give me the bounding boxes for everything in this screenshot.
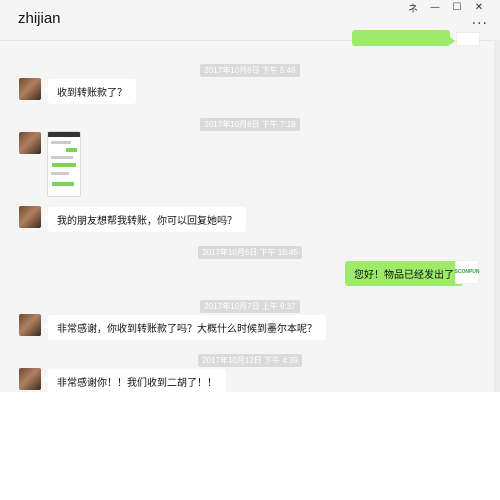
avatar[interactable] <box>19 314 41 336</box>
timestamp: 2017年10月12日 下午 4:39 <box>0 348 500 367</box>
close-icon[interactable]: ✕ <box>468 0 490 14</box>
message-bubble-incoming[interactable]: 收到转账款了？ <box>43 79 136 104</box>
timestamp: 2017年10月6日 下午 5:46 <box>0 58 500 77</box>
chat-window: zhijian ネ — ☐ ✕ ··· … 2017年10月6日 下午 5:46… <box>0 0 500 392</box>
scrollbar[interactable] <box>494 40 500 392</box>
avatar[interactable]: SCONPUN <box>455 260 480 284</box>
avatar[interactable] <box>19 206 41 228</box>
message-bubble-outgoing[interactable]: … <box>352 30 455 46</box>
message-bubble-outgoing[interactable]: 您好！物品已经发出了 <box>345 261 468 286</box>
avatar[interactable] <box>19 78 41 100</box>
avatar[interactable] <box>19 132 41 154</box>
pin-icon[interactable]: ネ <box>402 0 424 15</box>
avatar[interactable] <box>19 368 41 390</box>
message-bubble-incoming[interactable]: 非常感谢，你收到转账款了吗？大概什么时候到墨尔本呢？ <box>43 315 326 340</box>
message-list[interactable]: … 2017年10月6日 下午 5:46 收到转账款了？ 2017年10月6日 … <box>0 30 500 392</box>
more-options-icon[interactable]: ··· <box>472 16 488 32</box>
window-controls: ネ — ☐ ✕ <box>402 0 490 15</box>
screenshot-thumbnail-icon[interactable] <box>47 131 81 197</box>
timestamp: 2017年10月7日 上午 9:37 <box>0 294 500 313</box>
minimize-icon[interactable]: — <box>424 0 446 14</box>
message-bubble-incoming[interactable]: 非常感谢你！！我们收到二胡了！！ <box>43 369 226 392</box>
maximize-icon[interactable]: ☐ <box>446 0 468 14</box>
message-bubble-incoming[interactable]: 我的朋友想帮我转账，你可以回复她吗？ <box>43 207 246 232</box>
timestamp: 2017年10月6日 下午 7:18 <box>0 112 500 131</box>
chat-title: zhijian <box>18 10 61 27</box>
timestamp: 2017年10月6日 下午 10:45 <box>0 240 500 259</box>
avatar[interactable] <box>456 32 480 46</box>
